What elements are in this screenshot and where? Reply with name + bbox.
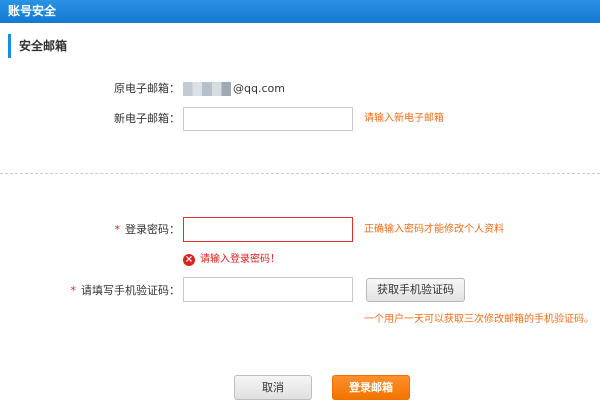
required-mark: *	[70, 284, 77, 297]
password-label: 登录密码：	[125, 223, 180, 236]
cancel-button[interactable]: 取消	[234, 375, 312, 400]
required-mark: *	[114, 223, 121, 236]
error-circle-icon: ×	[183, 254, 195, 266]
password-label-row: * 登录密码：	[115, 223, 181, 237]
new-email-hint: 请输入新电子邮箱	[364, 113, 444, 124]
sms-code-label: 请填写手机验证码：	[81, 284, 180, 297]
password-hint: 正确输入密码才能修改个人资料	[364, 224, 504, 235]
new-email-label: 新电子邮箱：	[114, 112, 180, 125]
get-sms-code-button[interactable]: 获取手机验证码	[366, 278, 465, 302]
top-bar: 账号安全	[0, 0, 600, 23]
old-email-value: @qq.com	[233, 82, 285, 95]
section-accent-bar	[8, 34, 11, 58]
sms-code-input[interactable]	[183, 277, 353, 302]
sms-label-row: * 请填写手机验证码：	[71, 284, 181, 298]
email-mask	[183, 82, 231, 96]
password-error: 请输入登录密码！	[200, 254, 280, 265]
old-email-label: 原电子邮箱：	[114, 82, 180, 95]
divider	[0, 173, 600, 174]
section-title: 安全邮箱	[19, 39, 68, 53]
new-email-input[interactable]	[183, 107, 353, 131]
sms-code-hint: 一个用户一天可以获取三次修改邮箱的手机验证码。	[364, 314, 594, 325]
submit-button[interactable]: 登录邮箱	[332, 375, 410, 400]
password-input[interactable]	[183, 217, 353, 242]
header-title: 账号安全	[8, 4, 57, 18]
